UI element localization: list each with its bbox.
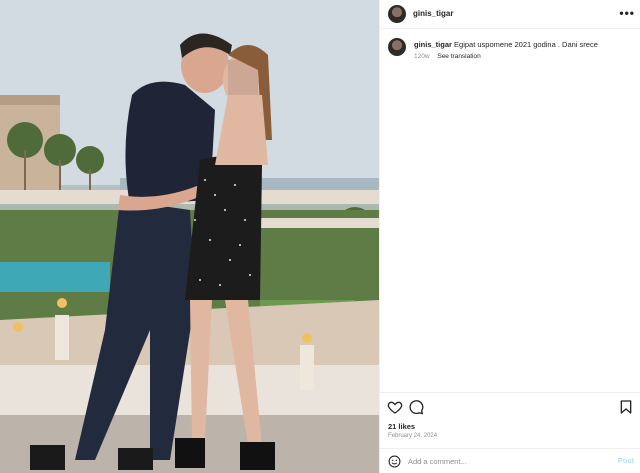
avatar[interactable] bbox=[388, 5, 406, 23]
post-comment-button[interactable]: Post bbox=[618, 456, 634, 465]
post-header: ginis_tigar ••• bbox=[380, 0, 640, 29]
caption-time[interactable]: 120w bbox=[414, 53, 430, 60]
post-photo[interactable] bbox=[0, 0, 379, 473]
photo-illustration bbox=[0, 0, 379, 473]
caption-username[interactable]: ginis_tigar bbox=[414, 40, 452, 49]
likes-count[interactable]: 21 likes bbox=[388, 422, 415, 431]
comment-bar: Post bbox=[380, 448, 640, 473]
bookmark-icon[interactable] bbox=[618, 399, 634, 415]
post-date: February 24, 2024 bbox=[388, 433, 438, 439]
post-side-panel: ginis_tigar ••• ginis_tigar Egipat uspom… bbox=[379, 0, 640, 473]
heart-icon[interactable] bbox=[387, 399, 403, 415]
action-bar bbox=[380, 392, 640, 420]
comment-icon[interactable] bbox=[408, 399, 424, 415]
see-translation-link[interactable]: See translation bbox=[437, 53, 480, 60]
emoji-icon[interactable] bbox=[388, 455, 401, 468]
caption-avatar[interactable] bbox=[388, 38, 406, 56]
more-horizontal-icon[interactable]: ••• bbox=[619, 6, 635, 20]
comment-input[interactable] bbox=[408, 454, 608, 468]
header-username[interactable]: ginis_tigar bbox=[413, 9, 453, 18]
caption-text: Egipat uspomene 2021 godina . Dani srece bbox=[454, 40, 598, 49]
